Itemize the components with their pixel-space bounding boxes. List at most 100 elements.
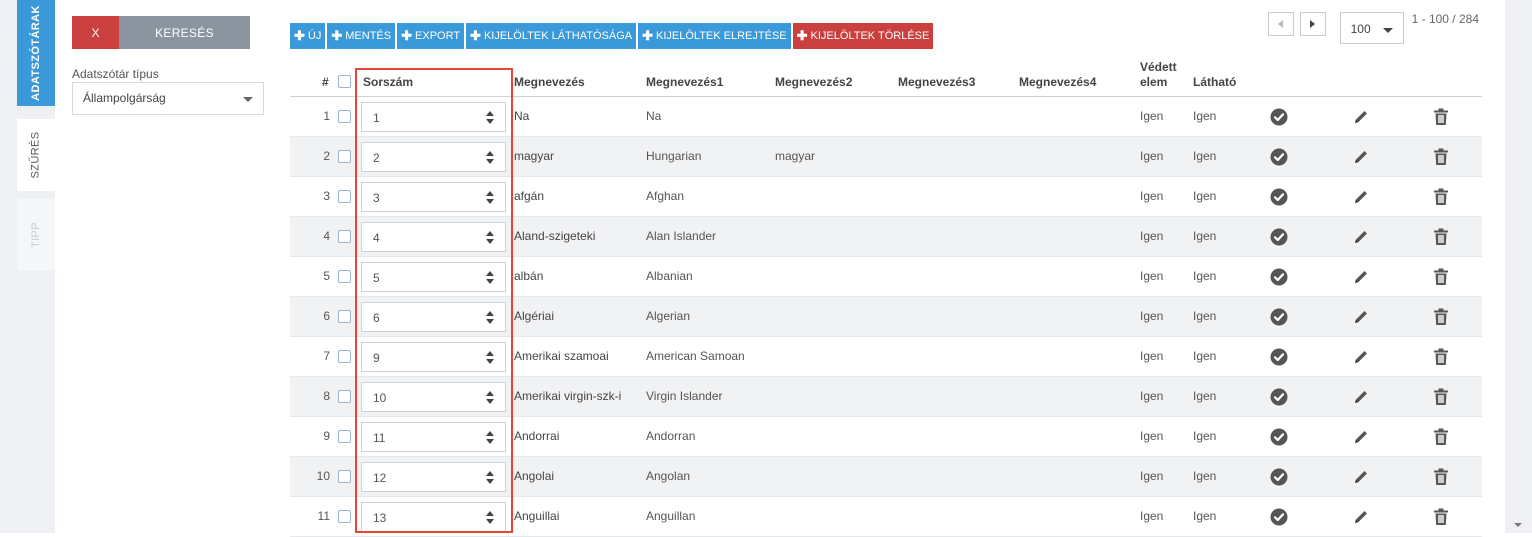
order-stepper[interactable]: 5 [361, 262, 506, 292]
row-checkbox[interactable] [338, 470, 351, 483]
next-page-button[interactable] [1299, 12, 1326, 36]
order-value[interactable]: 10 [373, 391, 386, 405]
order-stepper[interactable]: 11 [361, 422, 506, 452]
check-circle-icon[interactable] [1269, 307, 1289, 327]
check-circle-icon[interactable] [1269, 387, 1289, 407]
check-circle-icon[interactable] [1269, 227, 1289, 247]
check-circle-icon[interactable] [1269, 107, 1289, 127]
stepper-arrows-icon[interactable] [485, 190, 495, 206]
order-stepper[interactable]: 1 [361, 102, 506, 132]
stepper-arrows-icon[interactable] [485, 110, 495, 126]
trash-icon[interactable] [1431, 507, 1451, 527]
order-value[interactable]: 3 [373, 191, 380, 205]
pencil-icon[interactable] [1351, 307, 1371, 327]
tab-dictionaries[interactable]: ADATSZÓTÁRAK [17, 0, 55, 106]
stepper-arrows-icon[interactable] [485, 230, 495, 246]
order-stepper[interactable]: 13 [361, 502, 506, 532]
order-value[interactable]: 12 [373, 471, 386, 485]
col-visible[interactable]: Látható [1193, 75, 1236, 89]
row-checkbox[interactable] [338, 390, 351, 403]
trash-icon[interactable] [1431, 187, 1451, 207]
order-value[interactable]: 4 [373, 231, 380, 245]
trash-icon[interactable] [1431, 467, 1451, 487]
col-name3[interactable]: Megnevezés3 [898, 75, 975, 89]
order-value[interactable]: 11 [373, 431, 385, 445]
stepper-arrows-icon[interactable] [485, 390, 495, 406]
row-checkbox[interactable] [338, 350, 351, 363]
scroll-down-icon[interactable] [1514, 523, 1522, 527]
order-value[interactable]: 1 [373, 111, 380, 125]
prev-page-button[interactable] [1267, 12, 1294, 36]
search-button[interactable]: KERESÉS [119, 16, 250, 49]
order-value[interactable]: 9 [373, 351, 380, 365]
order-stepper[interactable]: 4 [361, 222, 506, 252]
row-checkbox[interactable] [338, 190, 351, 203]
order-stepper[interactable]: 3 [361, 182, 506, 212]
pencil-icon[interactable] [1351, 267, 1371, 287]
clear-filter-button[interactable]: X [72, 16, 119, 49]
trash-icon[interactable] [1431, 147, 1451, 167]
order-value[interactable]: 13 [373, 511, 386, 525]
pencil-icon[interactable] [1351, 467, 1371, 487]
order-value[interactable]: 6 [373, 311, 380, 325]
stepper-arrows-icon[interactable] [485, 350, 495, 366]
col-name1[interactable]: Megnevezés1 [646, 75, 723, 89]
delete-selected-button[interactable]: ✚ KIJELÖLTEK TÖRLÉSE [792, 23, 934, 49]
order-value[interactable]: 5 [373, 271, 380, 285]
col-order[interactable]: Sorszám [363, 75, 413, 89]
check-circle-icon[interactable] [1269, 347, 1289, 367]
row-checkbox[interactable] [338, 310, 351, 323]
pencil-icon[interactable] [1351, 507, 1371, 527]
trash-icon[interactable] [1431, 427, 1451, 447]
trash-icon[interactable] [1431, 307, 1451, 327]
pencil-icon[interactable] [1351, 427, 1371, 447]
trash-icon[interactable] [1431, 227, 1451, 247]
show-selected-button[interactable]: ✚ KIJELÖLTEK LÁTHATÓSÁGA [466, 23, 637, 49]
tab-tip[interactable]: TIPP [17, 199, 55, 271]
col-protected-line1[interactable]: Védett [1140, 60, 1177, 74]
row-checkbox[interactable] [338, 430, 351, 443]
tab-filter[interactable]: SZŰRÉS [17, 119, 55, 191]
check-circle-icon[interactable] [1269, 187, 1289, 207]
trash-icon[interactable] [1431, 107, 1451, 127]
check-circle-icon[interactable] [1269, 427, 1289, 447]
select-all-checkbox[interactable] [338, 75, 351, 88]
page-size-select[interactable]: 100 [1339, 12, 1404, 44]
trash-icon[interactable] [1431, 267, 1451, 287]
dictionary-type-select[interactable]: Állampolgárság [72, 82, 264, 115]
stepper-arrows-icon[interactable] [485, 270, 495, 286]
stepper-arrows-icon[interactable] [485, 470, 495, 486]
row-checkbox[interactable] [338, 150, 351, 163]
pencil-icon[interactable] [1351, 147, 1371, 167]
stepper-arrows-icon[interactable] [485, 150, 495, 166]
row-checkbox[interactable] [338, 270, 351, 283]
pencil-icon[interactable] [1351, 227, 1371, 247]
pencil-icon[interactable] [1351, 387, 1371, 407]
col-name[interactable]: Megnevezés [514, 75, 585, 89]
row-checkbox[interactable] [338, 230, 351, 243]
save-button[interactable]: ✚ MENTÉS [327, 23, 396, 49]
pencil-icon[interactable] [1351, 187, 1371, 207]
check-circle-icon[interactable] [1269, 267, 1289, 287]
order-stepper[interactable]: 12 [361, 462, 506, 492]
hide-selected-button[interactable]: ✚ KIJELÖLTEK ELREJTÉSE [638, 23, 791, 49]
export-button[interactable]: ✚ EXPORT [397, 23, 465, 49]
order-stepper[interactable]: 6 [361, 302, 506, 332]
row-checkbox[interactable] [338, 110, 351, 123]
trash-icon[interactable] [1431, 347, 1451, 367]
check-circle-icon[interactable] [1269, 507, 1289, 527]
order-stepper[interactable]: 10 [361, 382, 506, 412]
pencil-icon[interactable] [1351, 347, 1371, 367]
check-circle-icon[interactable] [1269, 467, 1289, 487]
order-value[interactable]: 2 [373, 151, 380, 165]
col-protected-line2[interactable]: elem [1140, 75, 1167, 89]
stepper-arrows-icon[interactable] [485, 310, 495, 326]
trash-icon[interactable] [1431, 387, 1451, 407]
new-button[interactable]: ✚ ÚJ [290, 23, 326, 49]
row-checkbox[interactable] [338, 510, 351, 523]
stepper-arrows-icon[interactable] [485, 510, 495, 526]
col-name2[interactable]: Megnevezés2 [775, 75, 852, 89]
order-stepper[interactable]: 9 [361, 342, 506, 372]
check-circle-icon[interactable] [1269, 147, 1289, 167]
order-stepper[interactable]: 2 [361, 142, 506, 172]
